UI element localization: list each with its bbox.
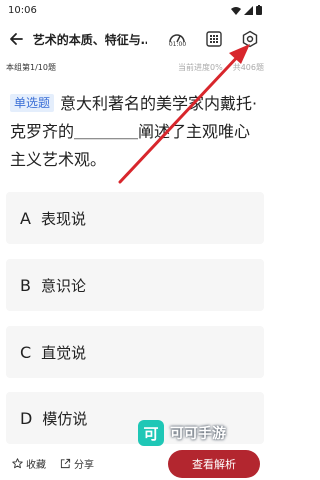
share-button[interactable]: 分享 [60,456,94,471]
status-bar: 10:06 [0,0,270,20]
question-total: 共406题 [232,62,264,72]
progress-bar-row: 本组第1/10题 当前进度0% 共406题 [0,58,270,76]
share-icon [60,458,71,468]
group-progress: 本组第1/10题 [6,62,56,72]
watermark-logo: 可 [138,420,164,446]
option-a[interactable]: A 表现说 [6,192,264,244]
option-text: 表现说 [40,209,86,228]
option-b[interactable]: B 意识论 [6,259,264,311]
answer-sheet-button[interactable] [200,24,228,54]
page-title: 艺术的本质、特征与… [32,32,148,47]
overall-progress: 当前进度0% 共406题 [178,62,264,73]
timer-button[interactable]: 01:00 [163,24,191,54]
settings-button[interactable] [236,24,264,54]
wifi-icon [231,6,241,15]
question-stem: 单选题 意大利著名的美学家内戴托·克罗齐的＿＿＿＿阐述了主观唯心主义艺术观。 [10,90,262,174]
option-letter: C [20,342,32,362]
back-button[interactable] [6,28,27,50]
option-letter: D [20,408,33,428]
settings-hexagon-icon [242,30,258,48]
status-time: 10:06 [8,4,37,16]
watermark: 可 可可手游 [138,420,226,446]
question-type-badge: 单选题 [10,94,55,112]
option-letter: B [20,275,31,295]
favorite-button[interactable]: 收藏 [12,456,46,471]
header-bar: 艺术的本质、特征与… 01:00 [0,20,270,58]
option-text: 模仿说 [42,409,88,428]
progress-percent: 当前进度0% [178,62,223,72]
timer-value: 01:00 [168,40,187,48]
battery-icon [256,5,262,15]
share-label: 分享 [74,459,94,471]
watermark-text: 可可手游 [170,426,226,442]
favorite-label: 收藏 [26,459,46,471]
status-icons [231,5,262,15]
option-text: 意识论 [40,276,86,295]
option-text: 直觉说 [41,343,87,362]
star-icon [12,457,23,468]
grid-icon [205,31,222,47]
view-answer-button[interactable]: 查看解析 [168,450,260,478]
option-letter: A [20,208,31,228]
back-arrow-icon [10,33,24,45]
option-c[interactable]: C 直觉说 [6,326,264,378]
signal-icon [244,5,253,15]
